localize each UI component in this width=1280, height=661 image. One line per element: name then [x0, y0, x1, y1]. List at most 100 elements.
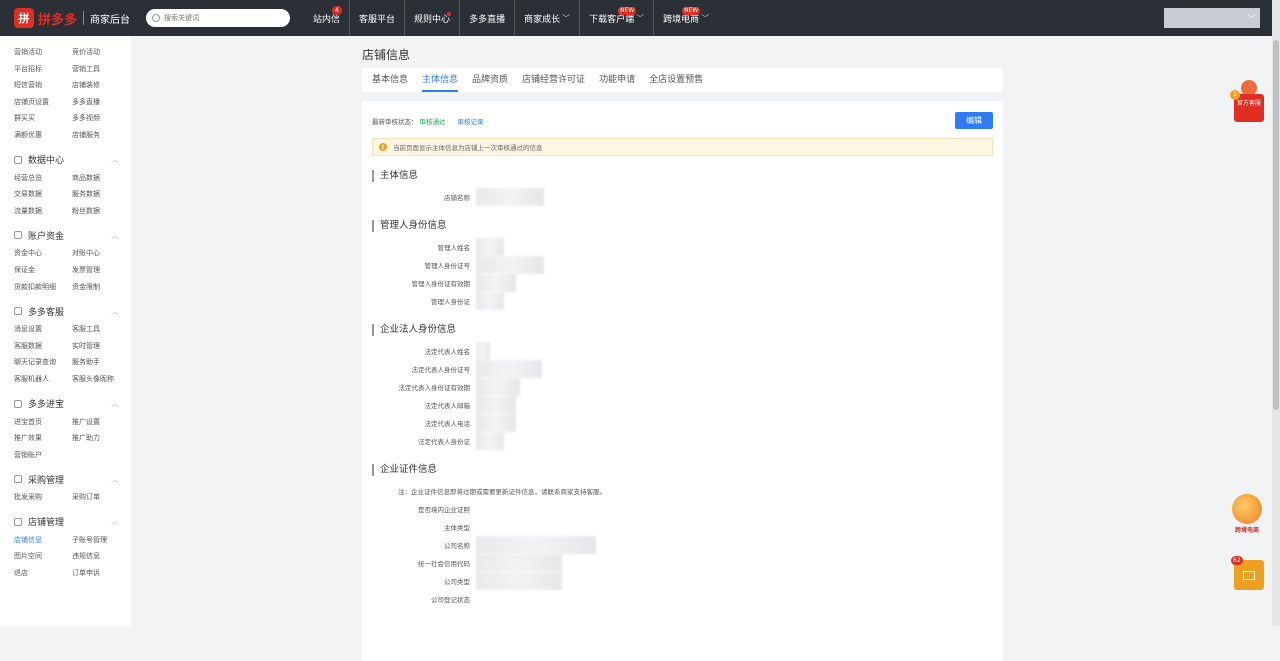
sidebar-item[interactable]: 对账中心 [72, 245, 130, 262]
sidebar-group-title[interactable]: 多多进宝 ︿ [14, 394, 131, 414]
sidebar-item[interactable]: 图片空间 [14, 548, 72, 565]
sidebar-item[interactable]: 店铺信息 [14, 532, 72, 549]
field-label: 主体类型 [444, 524, 470, 532]
sidebar-item[interactable]: 客服机器人 [14, 371, 72, 388]
sidebar-item[interactable]: 推广助力 [72, 430, 130, 447]
sidebar-item[interactable]: 进宝首页 [14, 414, 72, 431]
nav-download[interactable]: 下载客户端 ﹀ NEW [580, 0, 655, 36]
sidebar-item[interactable]: 多多视频 [72, 110, 130, 127]
field-row: 主体类型 [372, 518, 993, 536]
tab-item[interactable]: 基本信息 [372, 68, 408, 92]
sidebar-item[interactable]: 多多直播 [72, 94, 130, 111]
sidebar-group-marketing: 营销活动 竞价活动 平台招标 营销工具 短信营销 店铺装修 店铺页设置 多多直播 群买买 多多视频… [0, 44, 131, 144]
sidebar-group-title[interactable]: 账户资金 ︿ [14, 225, 131, 245]
sidebar-group-title[interactable]: 店铺管理 ︿ [14, 512, 131, 532]
sidebar-group-title[interactable]: 数据中心 ︿ [14, 150, 131, 170]
tab-item[interactable]: 品牌资质 [472, 68, 508, 92]
chevron-down-icon: ﹀ [701, 13, 710, 23]
sidebar-item[interactable]: 采购订单 [72, 489, 130, 506]
field-list: 注：企业证件信息即将过期或需要更新证件信息，请联系商家支持客服。 是否境内企业证照… [372, 482, 993, 608]
nav-label: 商家成长 [524, 14, 561, 25]
sidebar-item[interactable]: 推广设置 [72, 414, 130, 431]
sidebar-item[interactable]: 子账号管理 [72, 532, 130, 549]
field-row: 法定代表人邮箱 [372, 396, 993, 414]
sidebar-item[interactable]: 客服头像昵称 [72, 371, 130, 388]
sidebar-item[interactable]: 平台招标 [14, 61, 72, 78]
tab-bar: 基本信息 主体信息 品牌资质 店铺经营许可证 功能申请 全店设置预售 [362, 68, 1003, 92]
sidebar-item[interactable]: 店铺服务 [72, 127, 130, 144]
sidebar-item[interactable]: 服务数据 [72, 186, 130, 203]
audit-record-link[interactable]: 审核记录 [458, 116, 484, 126]
sidebar-item[interactable]: 实时管理 [72, 338, 130, 355]
redacted-value [476, 572, 562, 590]
user-menu[interactable]: ﹀ [1164, 8, 1260, 28]
field-label: 管理人姓名 [437, 244, 471, 252]
sidebar-item[interactable]: 货款扣款明细 [14, 279, 72, 296]
official-service-button[interactable]: 官方客服 1 [1230, 80, 1264, 122]
sidebar-item[interactable]: 消息设置 [14, 321, 72, 338]
nav-rules-center[interactable]: 规则中心 [405, 0, 461, 36]
sidebar-item[interactable]: 营销活动 [14, 44, 72, 61]
warning-icon: ! [379, 143, 387, 151]
sidebar-item[interactable]: 商品数据 [72, 170, 130, 187]
sidebar-item[interactable]: 退店 [14, 565, 72, 582]
edit-button[interactable]: 编辑 [955, 112, 993, 129]
sidebar-item[interactable]: 服务助手 [72, 354, 130, 371]
group-title-label: 数据中心 [28, 156, 65, 167]
field-row: 法定代表人姓名 [372, 342, 993, 360]
sidebar-item[interactable]: 推广效果 [14, 430, 72, 447]
field-label: 法定代表人身份证号 [411, 366, 471, 374]
sidebar-item[interactable]: 营销工具 [72, 61, 130, 78]
field-label: 公司名称 [444, 542, 470, 550]
nav-growth[interactable]: 商家成长 ﹀ [515, 0, 581, 36]
sidebar-item[interactable]: 满额优惠 [14, 127, 72, 144]
sidebar-item[interactable]: 资金限制 [72, 279, 130, 296]
scrollbar[interactable] [1272, 0, 1280, 626]
status-label: 最新审核状态： [372, 118, 418, 126]
sidebar-item[interactable]: 聊天记录查询 [14, 354, 72, 371]
nav-cross-border[interactable]: 跨境电商 ﹀ NEW [654, 0, 718, 36]
search-icon [152, 14, 161, 22]
sidebar-item[interactable]: 流量数据 [14, 203, 72, 220]
search-box[interactable] [146, 9, 291, 27]
sidebar-item[interactable]: 营销账户 [14, 447, 72, 464]
sidebar-item[interactable]: 客服工具 [72, 321, 130, 338]
inbox-badge: 4 [332, 6, 342, 15]
sidebar-item[interactable]: 订单申诉 [72, 565, 130, 582]
sidebar-item[interactable]: 交易数据 [14, 186, 72, 203]
nav-service-platform[interactable]: 客服平台 [350, 0, 406, 36]
sidebar-item[interactable]: 店铺页设置 [14, 94, 72, 111]
sidebar-item[interactable]: 粉丝数据 [72, 203, 130, 220]
tab-item[interactable]: 主体信息 [422, 68, 459, 92]
sidebar-item[interactable]: 客服数据 [14, 338, 72, 355]
search-input[interactable] [164, 14, 275, 22]
nav-inbox[interactable]: 站内信 4 [304, 0, 351, 36]
sidebar-groups: 数据中心 ︿ 经营总览 商品数据 交易数据 服务数据 流量数据 粉丝数据账户资金 ︿ 资金中心 对账… [0, 150, 131, 582]
sidebar-group-title[interactable]: 多多客服 ︿ [14, 301, 131, 321]
section-title: 企业证件信息 [372, 464, 993, 476]
scrollbar-thumb[interactable] [1273, 40, 1279, 410]
nav-live[interactable]: 多多直播 [460, 0, 516, 36]
cross-border-button[interactable]: 跨境电商 [1228, 494, 1266, 536]
sidebar-item[interactable]: 违规信息 [72, 548, 130, 565]
tab-item[interactable]: 全店设置预售 [649, 68, 703, 92]
notice-bar: ! 当前页面显示主体信息为店铺上一次审核通过的信息 [372, 138, 993, 156]
status-badge: 审核通过 [419, 118, 446, 126]
sidebar-group-title[interactable]: 采购管理 ︿ [14, 469, 131, 489]
sidebar-item[interactable]: 资金中心 [14, 245, 72, 262]
sidebar-item[interactable]: 竞价活动 [72, 44, 130, 61]
sidebar-item[interactable]: 发票管理 [72, 262, 130, 279]
sidebar-item[interactable]: 批发采购 [14, 489, 72, 506]
field-row: 公司类型 [372, 572, 993, 590]
sidebar-item[interactable]: 经营总览 [14, 170, 72, 187]
group-icon [14, 399, 22, 408]
tab-item[interactable]: 店铺经营许可证 [522, 68, 585, 92]
sidebar-item[interactable]: 保证金 [14, 262, 72, 279]
sidebar-item[interactable]: 短信营销 [14, 77, 72, 94]
sidebar-item[interactable]: 店铺装修 [72, 77, 130, 94]
logo[interactable]: 拼 拼多多 商家后台 [14, 0, 130, 36]
sidebar-item[interactable]: 群买买 [14, 110, 72, 127]
message-button[interactable]: 62 [1231, 556, 1264, 590]
tab-item[interactable]: 功能申请 [599, 68, 635, 92]
sidebar-items: 营销活动 竞价活动 平台招标 营销工具 短信营销 店铺装修 店铺页设置 多多直播 群买买 多多视频… [14, 44, 131, 144]
